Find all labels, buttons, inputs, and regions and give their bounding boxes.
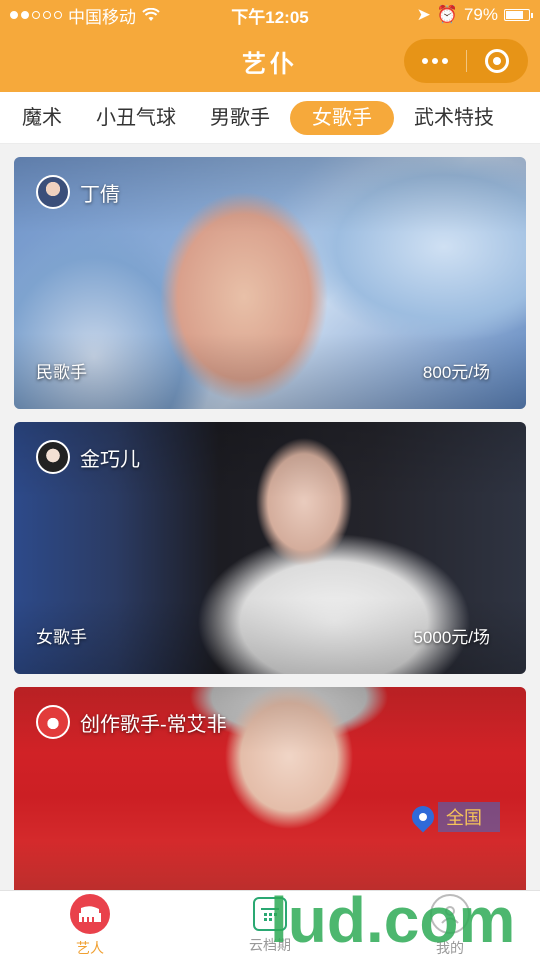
battery-fill xyxy=(506,11,524,19)
alarm-icon: ⏰ xyxy=(436,5,458,24)
close-miniprogram-button[interactable] xyxy=(467,39,529,83)
avatar xyxy=(36,175,70,209)
artist-header: 创作歌手-常艾非 xyxy=(36,705,227,739)
artist-name: 丁倩 xyxy=(80,183,120,206)
piano-icon xyxy=(70,893,110,934)
location-arrow-icon: ➤ xyxy=(416,5,431,24)
miniprogram-capsule xyxy=(404,39,528,83)
tabbar-item-me[interactable]: 我的 xyxy=(360,891,540,960)
artist-feed: 丁倩 民歌手 800元/场 金巧儿 女歌手 5000元/场 创作歌手-常艾非 全… xyxy=(0,144,540,890)
tab-clown-balloon[interactable]: 小丑气球 xyxy=(82,101,190,135)
artist-category: 民歌手 xyxy=(36,363,87,382)
artist-name: 金巧儿 xyxy=(80,448,140,471)
more-button[interactable] xyxy=(404,39,466,83)
calendar-icon xyxy=(253,896,287,931)
status-time: 下午12:05 xyxy=(231,7,309,27)
artist-card[interactable]: 创作歌手-常艾非 全国 xyxy=(14,687,526,890)
tabbar-label: 我的 xyxy=(436,939,464,956)
bottom-tab-bar: 艺人 云档期 我的 xyxy=(0,890,540,960)
artist-category: 女歌手 xyxy=(36,628,87,647)
artist-card[interactable]: 丁倩 民歌手 800元/场 xyxy=(14,157,526,409)
tab-male-singer[interactable]: 男歌手 xyxy=(196,101,284,135)
carrier-label: 中国移动 xyxy=(68,7,136,27)
artist-card[interactable]: 金巧儿 女歌手 5000元/场 xyxy=(14,422,526,674)
location-text: 全国 xyxy=(438,802,500,832)
status-left: 中国移动 xyxy=(10,3,210,28)
tabbar-item-calendar[interactable]: 云档期 xyxy=(180,891,360,960)
more-dots-icon xyxy=(421,58,448,64)
user-icon xyxy=(430,893,470,934)
artist-header: 丁倩 xyxy=(36,175,120,209)
artist-name: 创作歌手-常艾非 xyxy=(80,713,227,736)
page-title: 艺仆 xyxy=(242,50,298,78)
avatar xyxy=(36,705,70,739)
status-bar: 中国移动 下午12:05 ➤ ⏰ 79% xyxy=(0,0,540,30)
tabbar-label: 艺人 xyxy=(76,939,104,956)
category-tabs: 魔术 小丑气球 男歌手 女歌手 武术特技 xyxy=(0,92,540,144)
tab-martial-arts[interactable]: 武术特技 xyxy=(400,101,508,135)
wifi-icon xyxy=(142,8,160,21)
status-right: ➤ ⏰ 79% xyxy=(330,5,533,25)
target-icon xyxy=(485,49,510,73)
tabbar-label: 云档期 xyxy=(249,936,291,953)
signal-strength-icon xyxy=(10,11,62,19)
artist-header: 金巧儿 xyxy=(36,440,140,474)
tab-magic[interactable]: 魔术 xyxy=(8,101,76,135)
artist-price: 5000元/场 xyxy=(413,628,490,647)
nav-bar: 艺仆 xyxy=(0,30,540,92)
avatar xyxy=(36,440,70,474)
location-badge: 全国 xyxy=(407,801,500,833)
battery-icon xyxy=(504,9,533,21)
artist-price: 800元/场 xyxy=(422,363,490,382)
battery-percent: 79% xyxy=(463,5,498,24)
location-pin-icon xyxy=(407,801,439,833)
tabbar-item-artists[interactable]: 艺人 xyxy=(0,891,180,960)
tab-female-singer[interactable]: 女歌手 xyxy=(290,100,394,135)
